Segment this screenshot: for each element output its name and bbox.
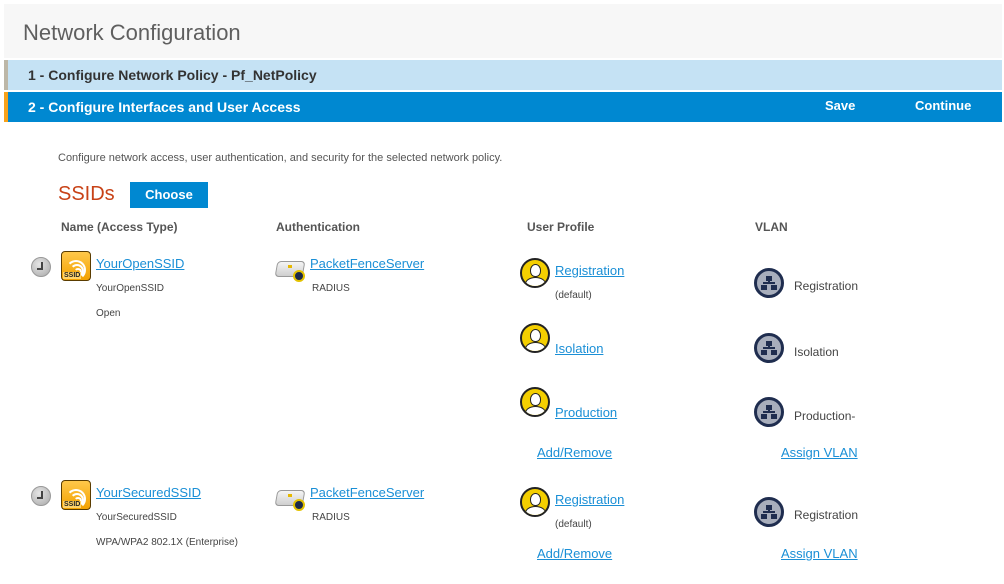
page-title: Network Configuration xyxy=(23,20,241,45)
user-profile-link[interactable]: Isolation xyxy=(555,341,603,356)
radius-server-icon xyxy=(274,484,308,514)
ssid-broadcast-name: YourSecuredSSID xyxy=(96,512,177,523)
continue-button[interactable]: Continue xyxy=(915,98,971,113)
radius-server-icon xyxy=(274,255,308,285)
ssid-broadcast-name: YourOpenSSID xyxy=(96,283,165,294)
vlan-network-icon xyxy=(754,397,784,427)
auth-type: RADIUS xyxy=(312,512,350,523)
vlan-name: Registration xyxy=(794,508,859,522)
default-profile-note: (default) xyxy=(555,519,592,530)
user-profile-icon xyxy=(520,258,550,288)
default-profile-note: (default) xyxy=(555,290,592,301)
step-indicator xyxy=(4,92,8,122)
add-remove-profiles-link[interactable]: Add/Remove xyxy=(537,445,612,460)
user-profile-link[interactable]: Registration xyxy=(555,492,624,507)
user-profile-icon xyxy=(520,323,550,353)
vlan-network-icon xyxy=(754,268,784,298)
ssid-wifi-icon: SSID xyxy=(61,251,91,281)
choose-ssid-button[interactable]: Choose xyxy=(130,182,208,208)
user-profile-icon xyxy=(520,487,550,517)
step-2-title: 2 - Configure Interfaces and User Access xyxy=(28,99,301,115)
assign-vlan-link[interactable]: Assign VLAN xyxy=(781,546,858,561)
add-remove-profiles-link[interactable]: Add/Remove xyxy=(537,546,612,561)
vlan-name: Production- xyxy=(794,409,856,423)
vlan-network-icon xyxy=(754,333,784,363)
user-profile-link[interactable]: Registration xyxy=(555,263,624,278)
step-1-header[interactable]: 1 - Configure Network Policy - Pf_NetPol… xyxy=(4,60,1002,90)
auth-type: RADIUS xyxy=(312,283,350,294)
column-header-name: Name (Access Type) xyxy=(61,220,178,234)
page-header: Network Configuration xyxy=(4,4,1002,58)
ssid-wifi-icon: SSID xyxy=(61,480,91,510)
vlan-network-icon xyxy=(754,497,784,527)
user-profile-link[interactable]: Production xyxy=(555,405,617,420)
ssid-access-type: Open xyxy=(96,308,121,319)
schedule-clock-icon[interactable] xyxy=(31,257,51,277)
column-header-user-profile: User Profile xyxy=(527,220,595,234)
auth-server-link[interactable]: PacketFenceServer xyxy=(310,256,424,271)
schedule-clock-icon[interactable] xyxy=(31,486,51,506)
assign-vlan-link[interactable]: Assign VLAN xyxy=(781,445,858,460)
ssid-access-type: WPA/WPA2 802.1X (Enterprise) xyxy=(96,537,238,548)
step-2-header[interactable]: 2 - Configure Interfaces and User Access… xyxy=(4,92,1002,122)
auth-server-link[interactable]: PacketFenceServer xyxy=(310,485,424,500)
ssids-heading: SSIDs xyxy=(58,183,115,205)
ssid-name-link[interactable]: YourOpenSSID xyxy=(96,256,184,271)
ssid-name-link[interactable]: YourSecuredSSID xyxy=(96,485,201,500)
column-header-vlan: VLAN xyxy=(755,220,788,234)
column-header-authentication: Authentication xyxy=(276,220,360,234)
save-button[interactable]: Save xyxy=(825,98,855,113)
step-1-title: 1 - Configure Network Policy - Pf_NetPol… xyxy=(28,67,317,83)
step-indicator xyxy=(4,60,8,90)
section-description: Configure network access, user authentic… xyxy=(58,152,503,164)
user-profile-icon xyxy=(520,387,550,417)
vlan-name: Registration xyxy=(794,279,859,293)
vlan-name: Isolation xyxy=(794,345,839,359)
